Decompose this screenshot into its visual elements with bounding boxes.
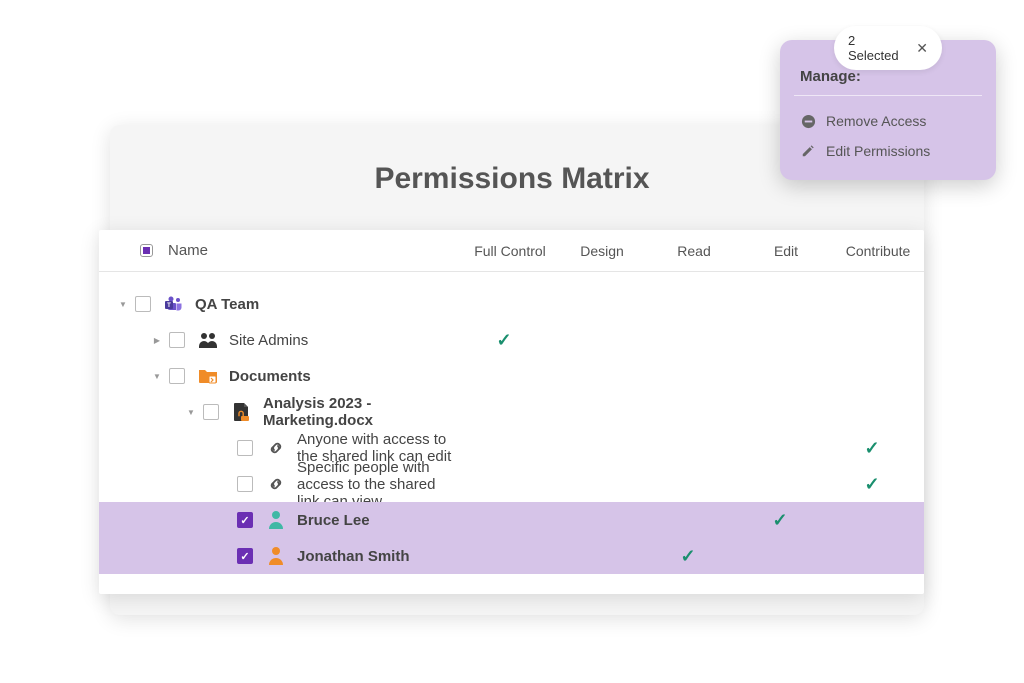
row-checkbox[interactable] (237, 440, 253, 456)
table-row[interactable]: T QA Team (99, 286, 924, 322)
row-label: Analysis 2023 - Marketing.docx (263, 395, 458, 429)
permission-cell (458, 510, 550, 531)
column-design: Design (556, 243, 648, 259)
row-label: Bruce Lee (297, 512, 458, 529)
permission-cell: ✓ (734, 510, 826, 531)
row-label: Documents (229, 368, 458, 385)
permission-cell (734, 474, 826, 495)
permission-cell: ✓ (826, 474, 918, 495)
permission-cell (550, 510, 642, 531)
expand-toggle-icon[interactable] (117, 300, 129, 309)
permission-cell (550, 438, 642, 459)
column-full-control: Full Control (464, 243, 556, 259)
permission-cell (550, 330, 642, 351)
selection-pill: 2 Selected ✕ (834, 26, 942, 70)
expand-toggle-icon[interactable] (185, 408, 197, 417)
row-checkbox[interactable] (169, 332, 185, 348)
permission-cell (642, 438, 734, 459)
permission-cell (458, 546, 550, 567)
row-checkbox[interactable] (237, 512, 253, 528)
popup-item-label: Remove Access (826, 113, 926, 129)
remove-icon (800, 113, 816, 129)
row-checkbox[interactable] (237, 548, 253, 564)
permission-cell (550, 546, 642, 567)
permission-cell (458, 474, 550, 495)
column-read: Read (648, 243, 740, 259)
table-row[interactable]: Jonathan Smith ✓ (99, 538, 924, 574)
row-label: Jonathan Smith (297, 548, 458, 565)
person-orange-icon (265, 545, 287, 567)
popup-divider (794, 95, 982, 96)
column-edit: Edit (740, 243, 832, 259)
table-row[interactable]: Site Admins✓ (99, 322, 924, 358)
table-row[interactable]: Documents (99, 358, 924, 394)
close-icon[interactable]: ✕ (916, 40, 928, 57)
remove-access-item[interactable]: Remove Access (794, 106, 982, 136)
expand-toggle-icon[interactable] (151, 372, 163, 381)
row-checkbox[interactable] (237, 476, 253, 492)
permission-cell (734, 546, 826, 567)
select-all-checkbox[interactable] (141, 245, 152, 256)
table-header: Name Full Control Design Read Edit Contr… (99, 230, 924, 272)
file-icon (231, 401, 253, 423)
permission-cell: ✓ (458, 330, 550, 351)
permission-cell (642, 474, 734, 495)
permission-cell (550, 474, 642, 495)
person-teal-icon (265, 509, 287, 531)
permission-cell (642, 330, 734, 351)
popup-header: Manage: (800, 68, 982, 85)
svg-text:T: T (167, 303, 171, 309)
column-name: Name (168, 242, 464, 259)
row-checkbox[interactable] (135, 296, 151, 312)
row-label: QA Team (195, 296, 458, 313)
permission-cell (826, 510, 918, 531)
row-checkbox[interactable] (203, 404, 219, 420)
row-label: Site Admins (229, 332, 458, 349)
link-icon (265, 473, 287, 495)
table-row[interactable]: Bruce Lee ✓ (99, 502, 924, 538)
permission-cell (826, 330, 918, 351)
expand-toggle-icon[interactable] (151, 336, 163, 345)
table-row[interactable]: Specific people with access to the share… (99, 466, 924, 502)
edit-permissions-item[interactable]: Edit Permissions (794, 136, 982, 166)
edit-icon (800, 143, 816, 159)
table-row[interactable]: Analysis 2023 - Marketing.docx (99, 394, 924, 430)
row-checkbox[interactable] (169, 368, 185, 384)
popup-item-label: Edit Permissions (826, 143, 930, 159)
permissions-matrix: Name Full Control Design Read Edit Contr… (99, 230, 924, 594)
selection-count-label: 2 Selected (848, 33, 900, 63)
permission-cell: ✓ (826, 438, 918, 459)
permission-cell (734, 438, 826, 459)
permission-cell (458, 438, 550, 459)
manage-popup: 2 Selected ✕ Manage: Remove Access Edit … (780, 40, 996, 180)
table-row[interactable]: Anyone with access to the shared link ca… (99, 430, 924, 466)
column-contribute: Contribute (832, 243, 924, 259)
link-icon (265, 437, 287, 459)
group-icon (197, 329, 219, 351)
folder-icon (197, 365, 219, 387)
permission-cell: ✓ (642, 546, 734, 567)
permission-cell (642, 510, 734, 531)
teams-icon: T (163, 293, 185, 315)
permission-cell (734, 330, 826, 351)
permission-cell (826, 546, 918, 567)
